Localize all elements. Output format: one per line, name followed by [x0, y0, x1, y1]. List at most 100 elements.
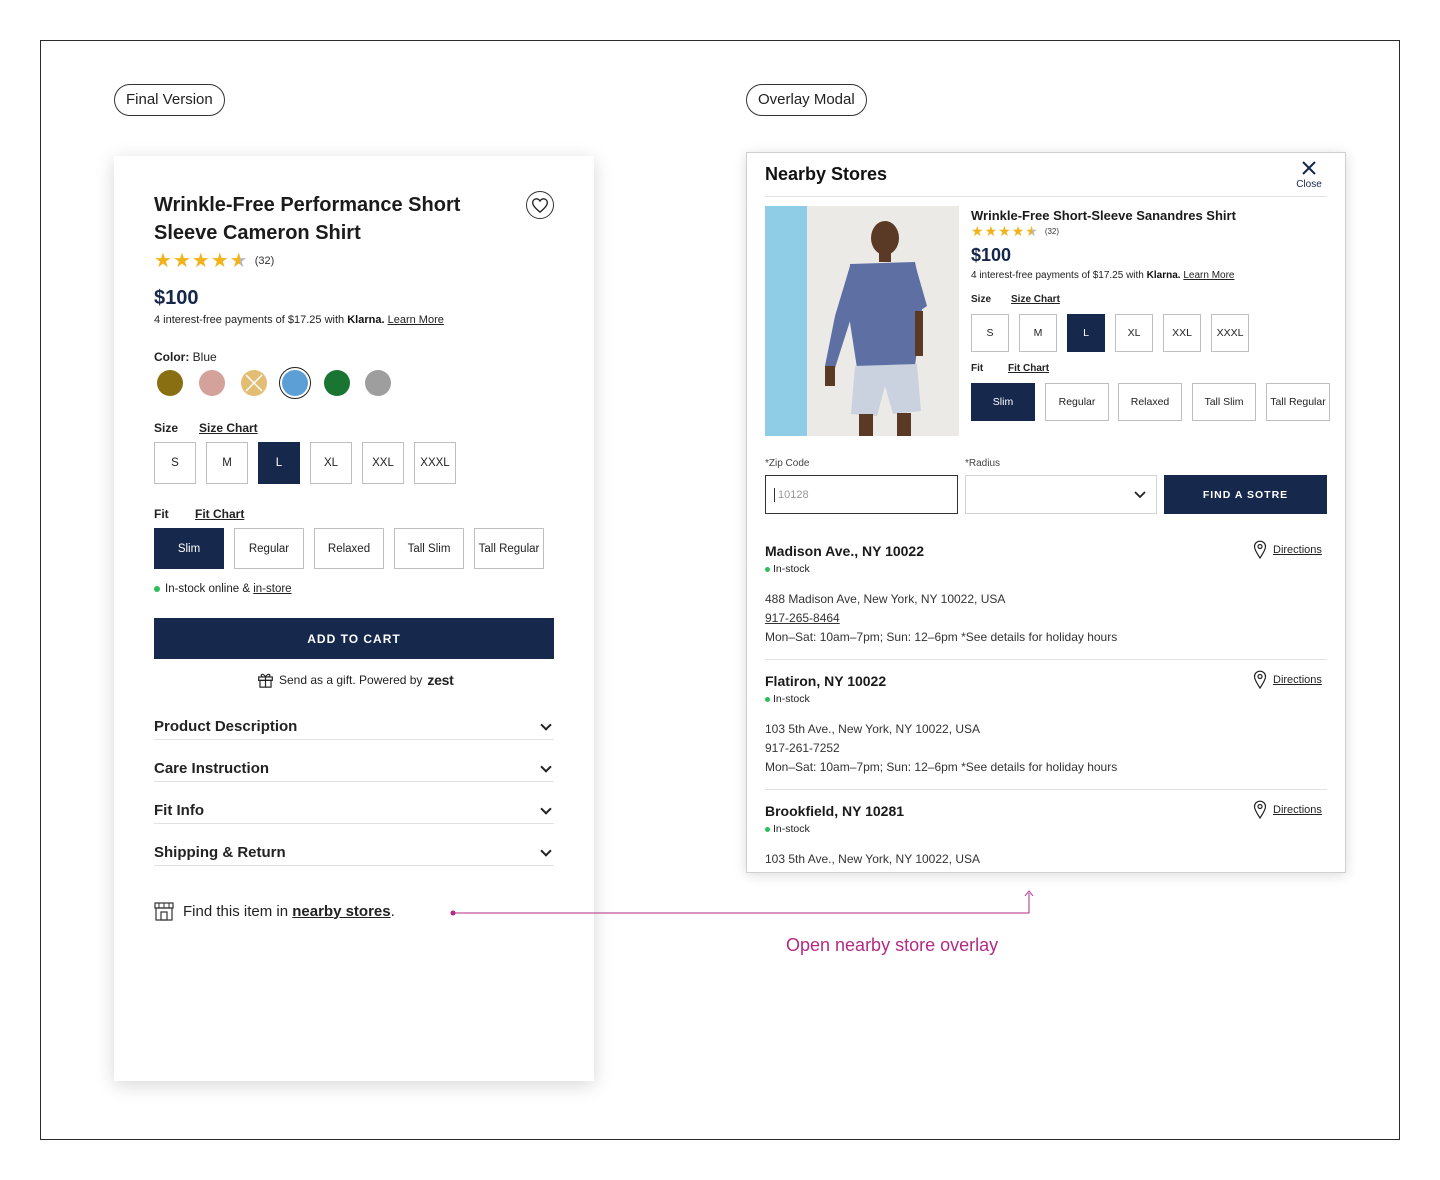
chevron-down-icon — [540, 803, 552, 815]
learn-more-link[interactable]: Learn More — [1183, 270, 1234, 281]
klarna-text: 4 interest-free payments of $17.25 with — [971, 270, 1144, 281]
modal-fit-option-regular[interactable]: Regular — [1045, 383, 1109, 421]
modal-size-option-xxl[interactable]: XXL — [1163, 314, 1201, 352]
accordion-title: Shipping & Return — [154, 844, 286, 861]
color-swatch-tan-unavailable[interactable] — [241, 370, 267, 396]
zip-code-input[interactable]: 10128 — [765, 475, 958, 514]
color-value: Blue — [192, 350, 217, 364]
fit-option-tall-regular[interactable]: Tall Regular — [474, 528, 544, 569]
stock-text: In-stock online & — [165, 583, 251, 595]
modal-fit-option-tall-slim[interactable]: Tall Slim — [1192, 383, 1256, 421]
close-label: Close — [1296, 179, 1322, 190]
size-option-xxl[interactable]: XXL — [362, 442, 404, 484]
color-swatch-rose[interactable] — [199, 370, 225, 396]
accordion-title: Fit Info — [154, 802, 204, 819]
unavailable-cross-icon — [245, 374, 263, 392]
star-icon: ★ — [984, 223, 998, 239]
modal-size-option-l-selected[interactable]: L — [1067, 314, 1105, 352]
fit-option-regular[interactable]: Regular — [234, 528, 304, 569]
color-swatch-olive[interactable] — [157, 370, 183, 396]
store-phone-link[interactable]: 917-265-8464 — [765, 611, 840, 625]
find-store-button[interactable]: FIND A SOTRE — [1164, 475, 1327, 514]
size-option-xl[interactable]: XL — [310, 442, 352, 484]
size-option-l-selected[interactable]: L — [258, 442, 300, 484]
color-swatch-green[interactable] — [324, 370, 350, 396]
nearby-stores-link[interactable]: nearby stores — [292, 903, 390, 920]
directions-label: Directions — [1273, 803, 1322, 816]
heart-icon — [532, 197, 548, 213]
size-option-xxxl[interactable]: XXXL — [414, 442, 456, 484]
chevron-down-icon — [540, 761, 552, 773]
modal-fit-option-relaxed[interactable]: Relaxed — [1118, 383, 1182, 421]
accordion-shipping-return[interactable]: Shipping & Return — [154, 824, 554, 866]
size-chart-link[interactable]: Size Chart — [199, 421, 258, 435]
close-icon — [1302, 161, 1316, 175]
accordion-care-instruction[interactable]: Care Instruction — [154, 740, 554, 782]
accordion-title: Care Instruction — [154, 760, 270, 777]
modal-size-option-m[interactable]: M — [1019, 314, 1057, 352]
fit-option-tall-slim[interactable]: Tall Slim — [394, 528, 464, 569]
in-store-link[interactable]: in-store — [253, 583, 291, 595]
star-icon: ★ — [210, 250, 229, 272]
modal-product-title: Wrinkle-Free Short-Sleeve Sanandres Shir… — [971, 208, 1236, 223]
modal-size-option-xl[interactable]: XL — [1115, 314, 1153, 352]
in-stock-dot — [765, 826, 770, 832]
modal-review-count[interactable]: (32) — [1045, 227, 1059, 236]
klarna-logo: Klarna. — [1146, 270, 1181, 281]
store-name: Flatiron, NY 10022 — [765, 673, 887, 689]
product-price: $100 — [154, 287, 199, 309]
color-swatch-blue[interactable] — [282, 370, 308, 396]
review-count[interactable]: (32) — [255, 255, 275, 267]
nearby-stores-modal: Nearby Stores Close Wrinkle-Free Short-S… — [746, 152, 1346, 873]
modal-fit-chart-link[interactable]: Fit Chart — [1008, 363, 1049, 374]
annotation-label: Open nearby store overlay — [786, 935, 999, 955]
modal-size-option-xxxl[interactable]: XXXL — [1211, 314, 1249, 352]
modal-fit-option-tall-regular[interactable]: Tall Regular — [1266, 383, 1330, 421]
radius-select[interactable] — [965, 475, 1157, 514]
zip-placeholder: 10128 — [778, 488, 809, 501]
overlay-modal-tag: Overlay Modal — [746, 84, 867, 116]
wishlist-button[interactable] — [526, 191, 554, 219]
close-button[interactable]: Close — [1291, 160, 1327, 190]
color-swatch-grey[interactable] — [365, 370, 391, 396]
modal-fit-option-slim-selected[interactable]: Slim — [971, 383, 1035, 421]
size-option-s[interactable]: S — [154, 442, 196, 484]
accordion-fit-info[interactable]: Fit Info — [154, 782, 554, 824]
add-to-cart-button[interactable]: ADD TO CART — [154, 618, 554, 659]
store-divider — [765, 659, 1327, 660]
product-photo — [765, 206, 959, 436]
directions-link[interactable]: Directions — [1253, 800, 1322, 819]
fit-label: Fit — [154, 507, 169, 521]
modal-size-chart-link[interactable]: Size Chart — [1011, 294, 1060, 305]
star-icon: ★ — [191, 250, 210, 272]
model-image — [765, 206, 959, 436]
map-pin-icon — [1253, 670, 1267, 689]
accordion-product-description[interactable]: Product Description — [154, 698, 554, 740]
klarna-text: 4 interest-free payments of $17.25 with — [154, 314, 345, 326]
learn-more-link[interactable]: Learn More — [388, 314, 444, 326]
modal-klarna-info: 4 interest-free payments of $17.25 with … — [971, 270, 1234, 281]
star-half-icon: ★ — [1025, 223, 1038, 239]
chevron-down-icon — [540, 719, 552, 731]
directions-link[interactable]: Directions — [1253, 670, 1322, 689]
fit-option-relaxed[interactable]: Relaxed — [314, 528, 384, 569]
find-nearby-stores: Find this item in nearby stores. — [153, 900, 395, 922]
fit-chart-link[interactable]: Fit Chart — [195, 507, 244, 521]
chevron-down-icon — [1134, 491, 1146, 499]
fit-option-slim-selected[interactable]: Slim — [154, 528, 224, 569]
send-as-gift[interactable]: Send as a gift. Powered by zest — [257, 671, 454, 688]
store-divider — [765, 789, 1327, 790]
chevron-down-icon — [540, 845, 552, 857]
directions-link[interactable]: Directions — [1253, 540, 1322, 559]
klarna-info: 4 interest-free payments of $17.25 with … — [154, 314, 444, 326]
star-half-icon: ★ — [229, 250, 248, 272]
connector-arrow — [450, 890, 1034, 916]
modal-size-option-s[interactable]: S — [971, 314, 1009, 352]
map-pin-icon — [1253, 540, 1267, 559]
store-icon — [154, 902, 174, 921]
modal-price: $100 — [971, 245, 1012, 265]
color-label: Color: Blue — [154, 350, 217, 364]
store-phone[interactable]: 917-261-7252 — [765, 741, 840, 755]
size-option-m[interactable]: M — [206, 442, 248, 484]
fit-chart-text: Fit Chart — [195, 507, 245, 521]
